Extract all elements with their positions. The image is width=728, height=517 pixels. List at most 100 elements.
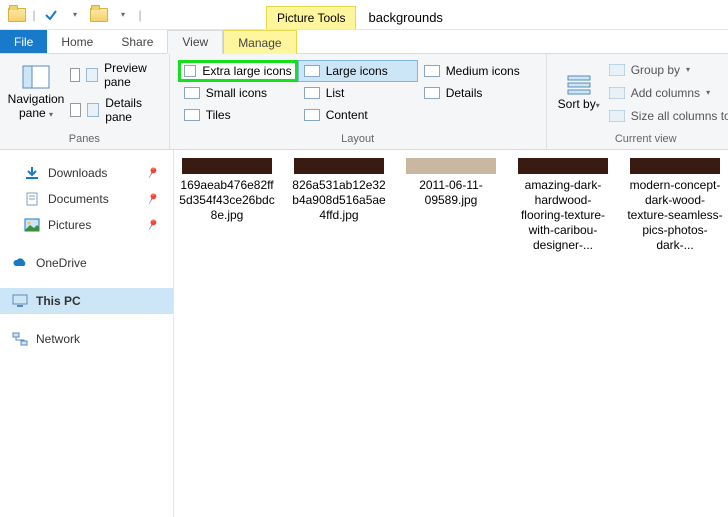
documents-icon bbox=[24, 192, 40, 206]
thumbnail bbox=[294, 158, 384, 174]
layout-label: Medium icons bbox=[446, 64, 520, 78]
file-name: 169aeab476e82ff5d354f43ce26bdc8e.jpg bbox=[178, 178, 276, 223]
nav-downloads[interactable]: Downloads 📍 bbox=[0, 160, 173, 186]
navigation-pane-label: Navigation pane ▾ bbox=[8, 93, 65, 119]
layout-large-icons[interactable]: Large icons bbox=[298, 60, 418, 82]
nav-label: Documents bbox=[48, 192, 109, 206]
small-icons-icon bbox=[184, 87, 200, 99]
contextual-tab-picture-tools[interactable]: Picture Tools bbox=[266, 6, 356, 29]
tab-view[interactable]: View bbox=[167, 30, 223, 54]
layout-extra-large-icons[interactable]: Extra large icons bbox=[178, 60, 298, 82]
qat-check-icon[interactable] bbox=[40, 3, 62, 27]
file-name: 826a531ab12e32b4a908d516a5ae4ffd.jpg bbox=[290, 178, 388, 223]
layout-content[interactable]: Content bbox=[298, 104, 418, 126]
preview-pane-label: Preview pane bbox=[104, 61, 155, 89]
ribbon: Navigation pane ▾ Preview pane Details p… bbox=[0, 54, 728, 150]
sort-icon bbox=[566, 74, 592, 96]
file-item[interactable]: amazing-dark-hardwood-flooring-texture-w… bbox=[514, 158, 612, 253]
file-item[interactable]: 826a531ab12e32b4a908d516a5ae4ffd.jpg bbox=[290, 158, 388, 223]
details-icon bbox=[424, 87, 440, 99]
pin-icon: 📍 bbox=[143, 190, 161, 208]
qat-overflow[interactable]: ▾ bbox=[64, 3, 86, 27]
pin-icon: 📍 bbox=[143, 164, 161, 182]
group-label-current-view: Current view bbox=[547, 131, 728, 149]
size-columns-label: Size all columns to bbox=[631, 109, 728, 123]
tab-home[interactable]: Home bbox=[47, 30, 107, 53]
layout-list[interactable]: List bbox=[298, 82, 418, 104]
nav-label: OneDrive bbox=[36, 256, 87, 270]
file-item[interactable]: 169aeab476e82ff5d354f43ce26bdc8e.jpg bbox=[178, 158, 276, 223]
ribbon-group-layout: Extra large icons Large icons Medium ico… bbox=[170, 54, 547, 149]
details-pane-icon bbox=[87, 103, 99, 117]
layout-label: Extra large icons bbox=[202, 64, 291, 78]
group-by-icon bbox=[609, 64, 625, 76]
thumbnail bbox=[406, 158, 496, 174]
checkbox-icon bbox=[70, 68, 80, 82]
layout-label: Small icons bbox=[206, 86, 267, 100]
qat-folder-icon[interactable] bbox=[6, 3, 28, 27]
thumbnail bbox=[518, 158, 608, 174]
size-columns-icon bbox=[609, 110, 625, 122]
layout-label: Content bbox=[326, 108, 368, 122]
qat-folder2-icon[interactable] bbox=[88, 3, 110, 27]
add-columns-label: Add columns bbox=[631, 86, 700, 100]
navigation-pane-icon bbox=[22, 65, 50, 89]
nav-label: This PC bbox=[36, 294, 81, 308]
file-name: amazing-dark-hardwood-flooring-texture-w… bbox=[514, 178, 612, 253]
this-pc-icon bbox=[12, 294, 28, 308]
file-item[interactable]: modern-concept-dark-wood-texture-seamles… bbox=[626, 158, 724, 253]
ribbon-group-panes: Navigation pane ▾ Preview pane Details p… bbox=[0, 54, 170, 149]
pin-icon: 📍 bbox=[143, 216, 161, 234]
thumbnail bbox=[182, 158, 272, 174]
nav-documents[interactable]: Documents 📍 bbox=[0, 186, 173, 212]
layout-medium-icons[interactable]: Medium icons bbox=[418, 60, 538, 82]
preview-pane-button[interactable]: Preview pane bbox=[64, 64, 161, 86]
list-icon bbox=[304, 87, 320, 99]
tiles-icon bbox=[184, 109, 200, 121]
checkbox-icon bbox=[70, 103, 81, 117]
tab-manage[interactable]: Manage bbox=[223, 30, 296, 54]
thumbnail bbox=[630, 158, 720, 174]
title-bar: | ▾ ▾ | Picture Tools backgrounds bbox=[0, 0, 728, 30]
ribbon-tabs: File Home Share View Manage bbox=[0, 30, 728, 54]
details-pane-button[interactable]: Details pane bbox=[64, 99, 161, 121]
details-pane-label: Details pane bbox=[105, 96, 154, 124]
tab-file[interactable]: File bbox=[0, 30, 47, 53]
large-icons-icon bbox=[304, 65, 320, 77]
nav-label: Downloads bbox=[48, 166, 107, 180]
file-item[interactable]: 2011-06-11-09589.jpg bbox=[402, 158, 500, 208]
file-name: 2011-06-11-09589.jpg bbox=[402, 178, 500, 208]
group-label-layout: Layout bbox=[170, 131, 546, 149]
downloads-icon bbox=[24, 166, 40, 180]
files-view[interactable]: 169aeab476e82ff5d354f43ce26bdc8e.jpg 826a… bbox=[174, 150, 728, 517]
nav-pictures[interactable]: Pictures📍 bbox=[0, 212, 173, 238]
layout-label: Tiles bbox=[206, 108, 231, 122]
navigation-pane: Downloads 📍 Documents 📍 Pictures📍 OneDrive… bbox=[0, 150, 174, 517]
layout-label: Large icons bbox=[326, 64, 388, 78]
add-columns-icon bbox=[609, 87, 625, 99]
add-columns-button[interactable]: Add columns▾ bbox=[609, 82, 728, 104]
sort-by-label: Sort by▾ bbox=[558, 98, 600, 111]
layout-small-icons[interactable]: Small icons bbox=[178, 82, 298, 104]
preview-pane-icon bbox=[86, 68, 98, 82]
extra-large-icons-icon bbox=[184, 65, 197, 77]
tab-share[interactable]: Share bbox=[107, 30, 167, 53]
size-columns-button[interactable]: Size all columns to bbox=[609, 105, 728, 127]
ribbon-group-current-view: Sort by▾ Group by▾ Add columns▾ Size all… bbox=[547, 54, 728, 149]
nav-onedrive[interactable]: OneDrive bbox=[0, 250, 173, 276]
window-title: backgrounds bbox=[368, 10, 442, 29]
nav-network[interactable]: Network bbox=[0, 326, 173, 352]
layout-details[interactable]: Details bbox=[418, 82, 538, 104]
onedrive-icon bbox=[12, 256, 28, 270]
nav-label: Network bbox=[36, 332, 80, 346]
layout-tiles[interactable]: Tiles bbox=[178, 104, 298, 126]
qat-overflow2[interactable]: ▾ bbox=[112, 3, 134, 27]
qat-sep: | bbox=[30, 3, 38, 27]
navigation-pane-button[interactable]: Navigation pane ▾ bbox=[8, 58, 64, 127]
nav-this-pc[interactable]: This PC bbox=[0, 288, 173, 314]
group-by-button[interactable]: Group by▾ bbox=[609, 59, 728, 81]
sort-by-button[interactable]: Sort by▾ bbox=[555, 58, 603, 127]
content-area: Downloads 📍 Documents 📍 Pictures📍 OneDrive… bbox=[0, 150, 728, 517]
layout-label: List bbox=[326, 86, 345, 100]
network-icon bbox=[12, 332, 28, 346]
